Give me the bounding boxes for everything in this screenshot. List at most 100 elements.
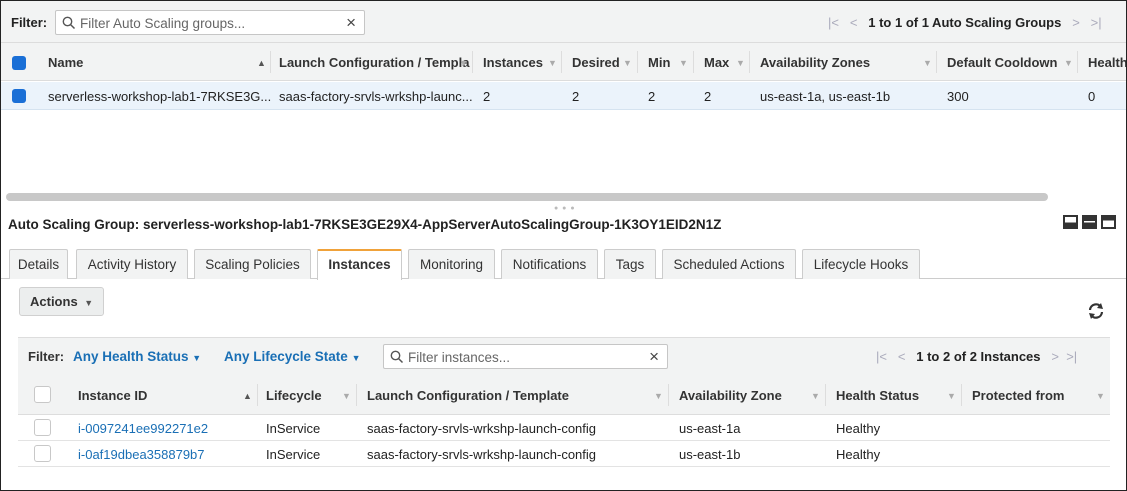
instance-launch-config: saas-factory-srvls-wrkshp-launch-config xyxy=(367,447,597,462)
chevron-down-icon[interactable]: ▼ xyxy=(459,58,468,68)
panel-layout-controls xyxy=(1059,215,1116,232)
table-row[interactable]: i-0af19dbea358879b7 InService saas-facto… xyxy=(18,441,1110,467)
row-checkbox[interactable] xyxy=(12,89,26,103)
col-protected-from[interactable]: Protected from xyxy=(972,388,1064,403)
instances-table-header: Instance ID ▲ Lifecycle ▼ Launch Configu… xyxy=(18,375,1110,415)
instances-search-input[interactable]: Filter instances... × xyxy=(383,344,668,369)
instances-search-placeholder: Filter instances... xyxy=(408,350,511,365)
select-all-checkbox[interactable] xyxy=(12,56,26,70)
col-launch-config[interactable]: Launch Configuration / Templa xyxy=(279,55,469,70)
tab-tags[interactable]: Tags xyxy=(604,249,656,279)
instances-filter-label: Filter: xyxy=(28,349,65,364)
tab-monitoring[interactable]: Monitoring xyxy=(408,249,495,279)
chevron-down-icon: ▼ xyxy=(351,353,361,363)
tab-lifecycle-hooks[interactable]: Lifecycle Hooks xyxy=(802,249,920,279)
health-status-dropdown[interactable]: Any Health Status ▼ xyxy=(73,349,201,364)
col-max[interactable]: Max xyxy=(704,55,729,70)
instance-id-link[interactable]: i-0af19dbea358879b7 xyxy=(78,447,205,462)
last-page-icon[interactable]: >| xyxy=(1066,349,1077,364)
tab-notifications[interactable]: Notifications xyxy=(501,249,598,279)
tab-scaling-policies[interactable]: Scaling Policies xyxy=(194,249,311,279)
tab-activity-history[interactable]: Activity History xyxy=(76,249,188,279)
instance-lifecycle: InService xyxy=(266,447,321,462)
resize-grip-icon[interactable]: ● ● ● xyxy=(554,205,576,212)
chevron-down-icon[interactable]: ▼ xyxy=(679,58,688,68)
col-default-cooldown[interactable]: Default Cooldown xyxy=(947,55,1058,70)
asg-pager-text: 1 to 1 of 1 Auto Scaling Groups xyxy=(868,15,1062,30)
chevron-down-icon[interactable]: ▼ xyxy=(923,58,932,68)
col-divider xyxy=(693,51,694,73)
chevron-down-icon[interactable]: ▼ xyxy=(548,58,557,68)
col-health[interactable]: Health xyxy=(1088,55,1126,70)
tab-details[interactable]: Details xyxy=(9,249,68,279)
instance-id-link[interactable]: i-0097241ee992271e2 xyxy=(78,421,208,436)
actions-button[interactable]: Actions ▼ xyxy=(19,287,104,316)
asg-desired: 2 xyxy=(572,89,580,104)
table-row[interactable]: serverless-workshop-lab1-7RKSE3G... saas… xyxy=(1,82,1126,110)
panel-top-icon[interactable] xyxy=(1101,215,1116,229)
col-min[interactable]: Min xyxy=(648,55,670,70)
col-health-status[interactable]: Health Status xyxy=(836,388,919,403)
chevron-down-icon[interactable]: ▼ xyxy=(1096,391,1105,401)
col-desired[interactable]: Desired xyxy=(572,55,620,70)
select-all-checkbox[interactable] xyxy=(34,386,51,403)
instance-lifecycle: InService xyxy=(266,421,321,436)
asg-search-placeholder: Filter Auto Scaling groups... xyxy=(80,16,246,31)
detail-tabs: Details Activity History Scaling Policie… xyxy=(1,249,1126,280)
col-availability-zones[interactable]: Availability Zones xyxy=(760,55,870,70)
clear-search-icon[interactable]: × xyxy=(649,347,659,367)
chevron-down-icon[interactable]: ▼ xyxy=(947,391,956,401)
col-divider xyxy=(356,384,357,406)
tab-scheduled-actions[interactable]: Scheduled Actions xyxy=(662,249,796,279)
chevron-down-icon[interactable]: ▼ xyxy=(811,391,820,401)
col-instances[interactable]: Instances xyxy=(483,55,543,70)
prev-page-icon[interactable]: < xyxy=(898,349,906,364)
col-divider xyxy=(936,51,937,73)
instances-pager: |< < 1 to 2 of 2 Instances > >| xyxy=(876,349,1077,364)
sort-asc-icon[interactable]: ▲ xyxy=(243,391,252,401)
panel-split-icon[interactable] xyxy=(1082,215,1097,229)
asg-pager: |< < 1 to 1 of 1 Auto Scaling Groups > >… xyxy=(828,15,1102,30)
lifecycle-state-dropdown[interactable]: Any Lifecycle State ▼ xyxy=(224,349,361,364)
next-page-icon[interactable]: > xyxy=(1072,15,1080,30)
col-divider xyxy=(637,51,638,73)
instances-pager-text: 1 to 2 of 2 Instances xyxy=(916,349,1041,364)
asg-table-header: Name ▲ Launch Configuration / Templa ▼ I… xyxy=(1,43,1126,81)
col-divider xyxy=(270,51,271,73)
first-page-icon[interactable]: |< xyxy=(876,349,887,364)
horizontal-scrollbar[interactable] xyxy=(6,193,1048,201)
col-lifecycle[interactable]: Lifecycle xyxy=(266,388,322,403)
row-checkbox[interactable] xyxy=(34,445,51,462)
asg-search-input[interactable]: Filter Auto Scaling groups... × xyxy=(55,10,365,35)
chevron-down-icon[interactable]: ▼ xyxy=(342,391,351,401)
refresh-icon[interactable] xyxy=(1086,301,1106,327)
last-page-icon[interactable]: >| xyxy=(1091,15,1102,30)
prev-page-icon[interactable]: < xyxy=(850,15,858,30)
col-divider xyxy=(825,384,826,406)
app-frame: Filter: Filter Auto Scaling groups... × … xyxy=(0,0,1127,491)
instance-health: Healthy xyxy=(836,421,881,436)
next-page-icon[interactable]: > xyxy=(1051,349,1059,364)
chevron-down-icon[interactable]: ▼ xyxy=(736,58,745,68)
lifecycle-state-dropdown-label: Any Lifecycle State xyxy=(224,349,348,364)
tab-instances[interactable]: Instances xyxy=(317,249,402,280)
first-page-icon[interactable]: |< xyxy=(828,15,839,30)
asg-min: 2 xyxy=(648,89,656,104)
search-icon xyxy=(390,350,404,364)
col-name[interactable]: Name xyxy=(48,55,83,70)
col-divider xyxy=(257,384,258,406)
chevron-down-icon: ▼ xyxy=(84,298,94,308)
panel-bottom-icon[interactable] xyxy=(1063,215,1078,229)
col-instance-id[interactable]: Instance ID xyxy=(78,388,147,403)
chevron-down-icon[interactable]: ▼ xyxy=(1064,58,1073,68)
row-checkbox[interactable] xyxy=(34,419,51,436)
sort-asc-icon[interactable]: ▲ xyxy=(257,58,266,68)
asg-launch-config: saas-factory-srvls-wrkshp-launc... xyxy=(279,89,473,104)
col-launch-config-template[interactable]: Launch Configuration / Template xyxy=(367,388,569,403)
chevron-down-icon[interactable]: ▼ xyxy=(623,58,632,68)
clear-search-icon[interactable]: × xyxy=(346,13,356,33)
col-divider xyxy=(749,51,750,73)
col-availability-zone[interactable]: Availability Zone xyxy=(679,388,782,403)
chevron-down-icon[interactable]: ▼ xyxy=(654,391,663,401)
table-row[interactable]: i-0097241ee992271e2 InService saas-facto… xyxy=(18,415,1110,441)
